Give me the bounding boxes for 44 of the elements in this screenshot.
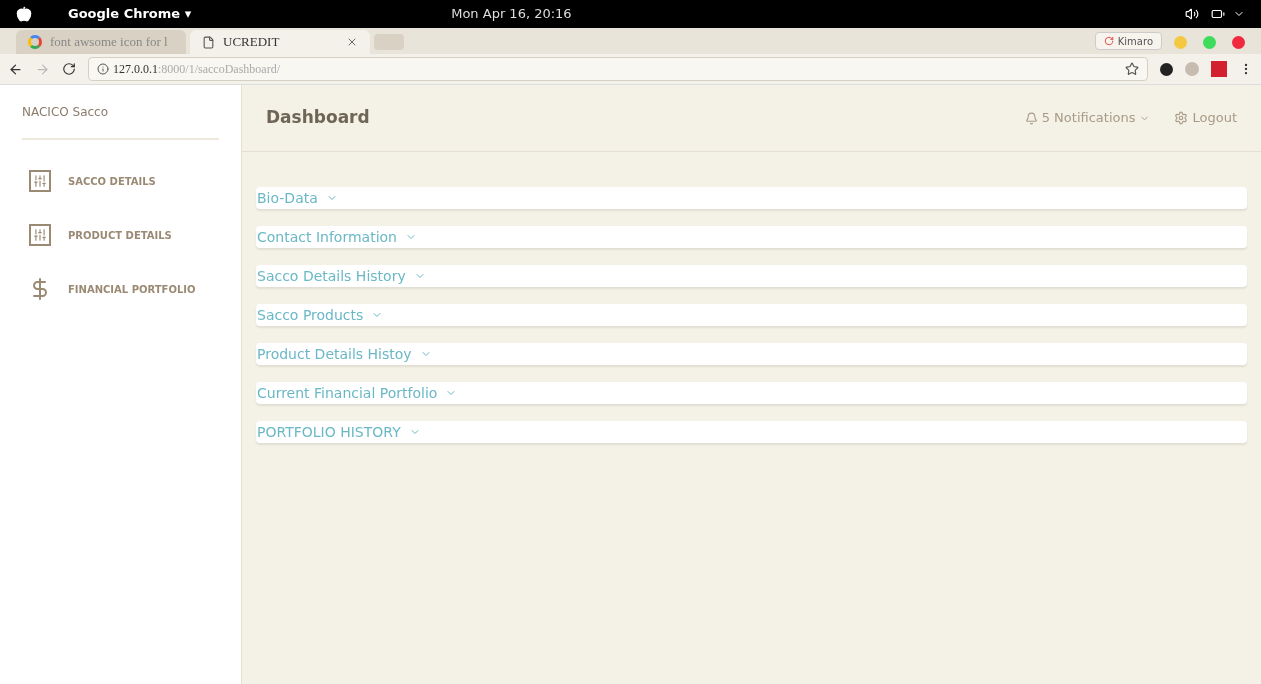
sidebar-item[interactable]: SACCO DETAILS: [22, 168, 219, 194]
profile-button[interactable]: Kimaro: [1094, 32, 1162, 50]
accordion-header[interactable]: Sacco Details History: [256, 265, 1247, 287]
profile-name: Kimaro: [1117, 34, 1153, 49]
logout-button[interactable]: Logout: [1174, 108, 1237, 128]
sidebar-item[interactable]: PRODUCT DETAILS: [22, 222, 219, 248]
address-field[interactable]: 127.0.0.1:8000/1/saccoDashboard/: [88, 57, 1148, 81]
reload-icon[interactable]: [62, 62, 76, 76]
notifications-button[interactable]: 5 Notifications: [1024, 108, 1151, 128]
volume-icon[interactable]: [1185, 7, 1199, 21]
browser-tab[interactable]: font awsome icon for l: [16, 30, 186, 54]
sidebar-item-label: FINANCIAL PORTFOLIO: [68, 282, 196, 297]
accordion-header[interactable]: Product Details Histoy: [256, 343, 1247, 365]
accordion-header[interactable]: PORTFOLIO HISTORY: [256, 421, 1247, 443]
page-icon: [202, 35, 215, 49]
tab-title: font awsome icon for l: [50, 33, 168, 52]
accordion-header[interactable]: Sacco Products: [256, 304, 1247, 326]
bookmark-icon[interactable]: [1125, 62, 1139, 76]
bell-icon: [1024, 111, 1038, 125]
tab-title: UCREDIT: [223, 33, 281, 52]
sidebar-item[interactable]: FINANCIAL PORTFOLIO: [22, 276, 219, 302]
brand-name[interactable]: NACICO Sacco: [22, 103, 219, 140]
battery-icon[interactable]: [1211, 7, 1225, 21]
sliders-icon: [29, 224, 51, 246]
app-menu[interactable]: Google Chrome ▾: [68, 4, 192, 24]
google-icon: [28, 35, 42, 49]
apple-icon: [16, 6, 32, 22]
browser-tab[interactable]: UCREDIT: [190, 30, 370, 54]
gear-icon: [1174, 111, 1189, 125]
url-path: :8000/1/saccoDashboard/: [158, 61, 280, 78]
close-icon[interactable]: [346, 36, 358, 48]
sidebar-item-label: SACCO DETAILS: [68, 174, 156, 189]
sync-error-icon: [1103, 36, 1114, 46]
sliders-icon: [29, 170, 51, 192]
info-icon: [97, 63, 109, 75]
accordion-header[interactable]: Current Financial Portfolio: [256, 382, 1247, 404]
clock: Mon Apr 16, 20:16: [451, 5, 572, 24]
back-icon[interactable]: [8, 61, 23, 77]
accordion-header[interactable]: Bio-Data: [256, 187, 1247, 209]
url-host: 127.0.0.1: [113, 61, 158, 78]
close-window-button[interactable]: [1232, 36, 1245, 49]
accordion-header[interactable]: Contact Information: [256, 226, 1247, 248]
page-title: Dashboard: [266, 106, 370, 130]
sidebar-item-label: PRODUCT DETAILS: [68, 228, 172, 243]
